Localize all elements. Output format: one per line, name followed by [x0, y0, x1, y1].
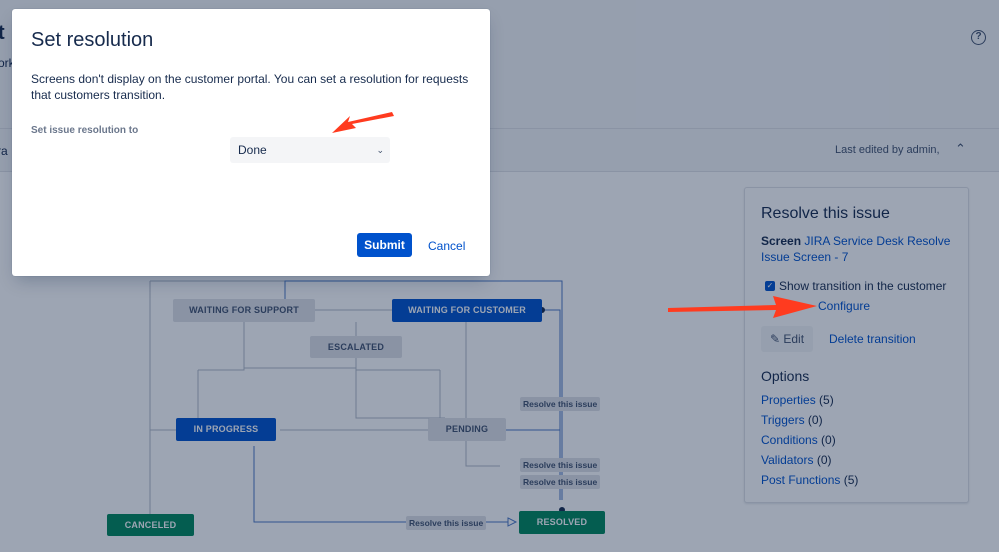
annotation-arrows	[332, 112, 817, 318]
annotation-arrow	[332, 112, 394, 133]
annotation-arrow	[668, 296, 817, 318]
